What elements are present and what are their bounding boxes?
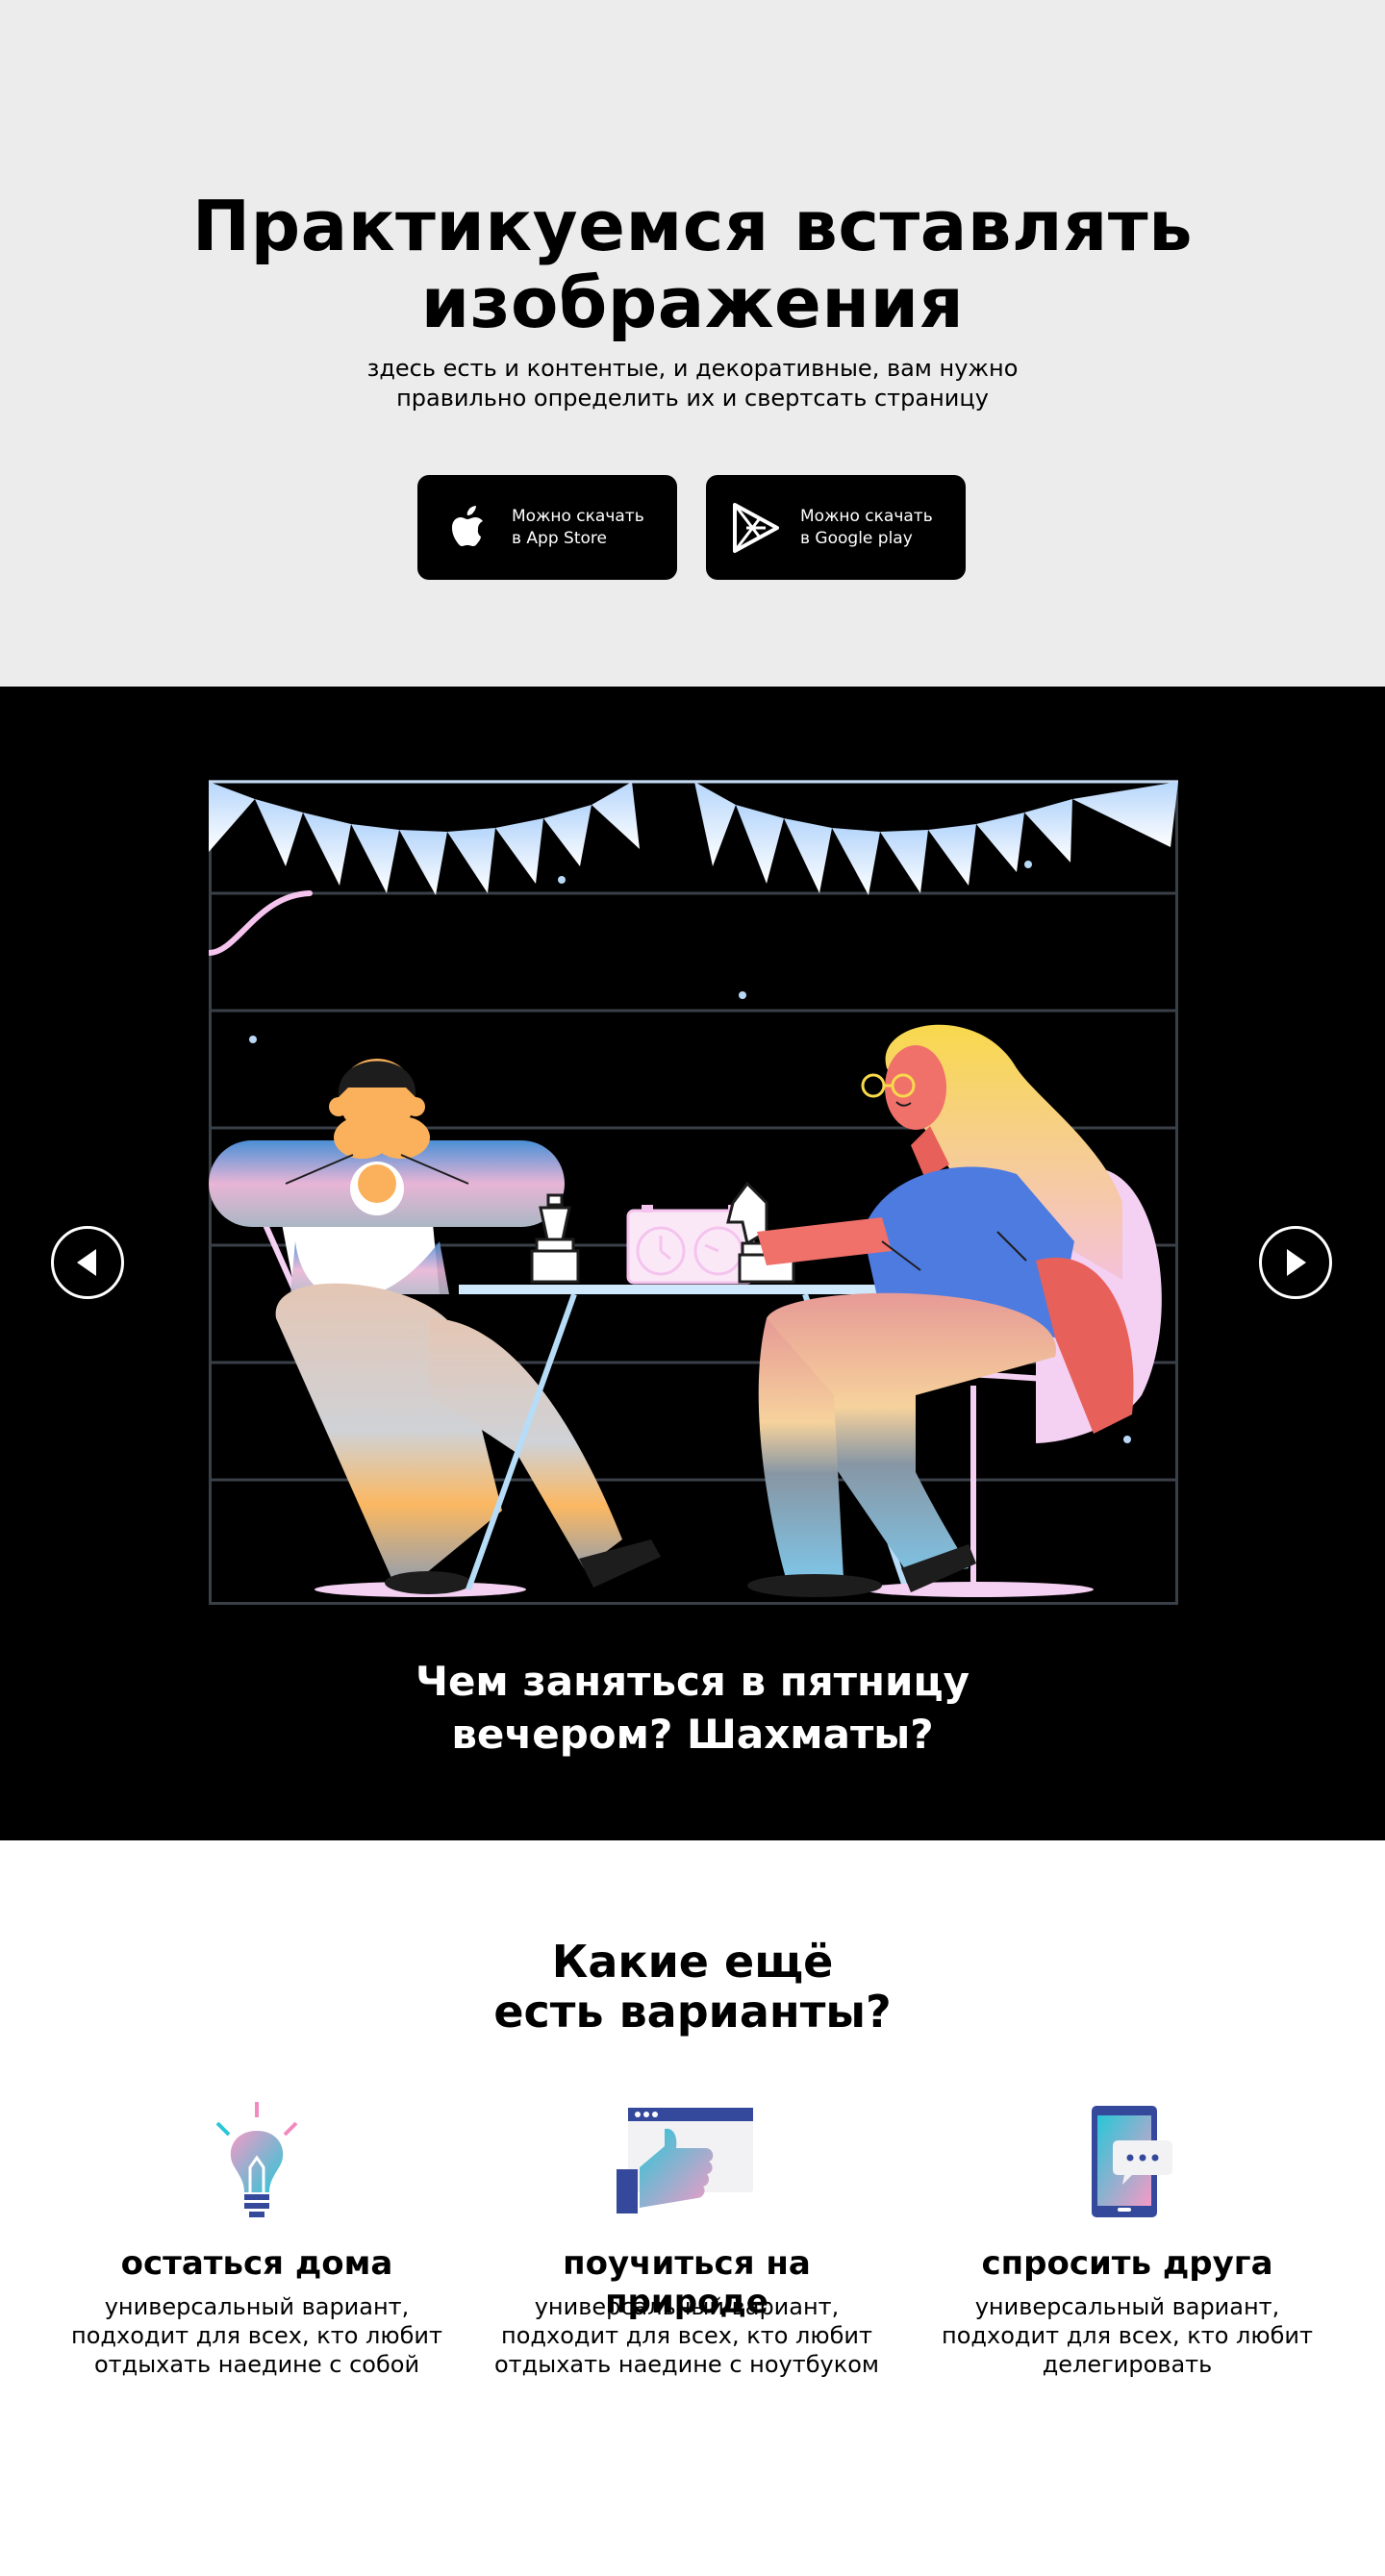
slide-caption: Чем заняться в пятницу вечером? Шахматы?: [0, 1655, 1385, 1761]
swirl-decor: [209, 890, 313, 956]
phone-chat-icon: [1092, 2106, 1172, 2217]
google-play-icon: [733, 502, 779, 553]
options-title: Какие ещё есть варианты?: [0, 1937, 1385, 2037]
desc-line-3: делегировать: [1042, 2351, 1213, 2378]
man-figure: [209, 1059, 661, 1594]
option-description: универсальный вариант, подходит для всех…: [485, 2292, 889, 2379]
thumbs-up-icon: [617, 2108, 753, 2213]
slider-prev-button[interactable]: [51, 1226, 124, 1299]
arrow-left-icon: [77, 1249, 96, 1276]
option-card-nature: поучиться на природе универсальный вариа…: [485, 2100, 889, 2378]
woman-figure: [747, 1024, 1134, 1597]
option-card-stay-home: остаться дома универсальный вариант, под…: [55, 2100, 459, 2378]
hero-section: Практикуемся вставлять изображения здесь…: [0, 0, 1385, 687]
desc-line-3: отдыхать наедине с собой: [93, 2351, 420, 2378]
option-title: остаться дома: [120, 2244, 393, 2283]
google-play-line-2: в Google play: [800, 528, 913, 548]
slider-section: Чем заняться в пятницу вечером? Шахматы?: [0, 687, 1385, 1840]
google-play-button[interactable]: Можно скачать в Google play: [706, 475, 966, 580]
caption-line-2: вечером? Шахматы?: [451, 1711, 934, 1758]
desc-line-3: отдыхать наедине с ноутбуком: [494, 2351, 879, 2378]
chess-illustration: [209, 780, 1178, 1605]
options-title-line-2: есть варианты?: [493, 1986, 892, 2038]
desc-line-1: универсальный вариант,: [104, 2293, 410, 2320]
subtitle-line-1: здесь есть и контентые, и декоративные, …: [366, 355, 1019, 382]
options-section: Какие ещё есть варианты? остаться дома у…: [0, 1840, 1385, 2576]
app-store-line-2: в App Store: [512, 528, 607, 548]
hero-subtitle: здесь есть и контентые, и декоративные, …: [0, 354, 1385, 413]
title-line-1: Практикуемся вставлять: [191, 186, 1194, 266]
app-store-line-1: Можно скачать: [512, 506, 644, 526]
apple-icon: [452, 505, 483, 546]
arrow-right-icon: [1287, 1249, 1306, 1276]
desc-line-2: подходит для всех, кто любит: [71, 2322, 442, 2349]
caption-line-1: Чем заняться в пятницу: [416, 1658, 970, 1705]
google-play-line-1: Можно скачать: [800, 506, 933, 526]
page-title: Практикуемся вставлять изображения: [0, 188, 1385, 341]
title-line-2: изображения: [420, 263, 965, 343]
bunting-flags: [209, 780, 1178, 895]
desc-line-2: подходит для всех, кто любит: [942, 2322, 1313, 2349]
lightbulb-icon: [215, 2102, 298, 2217]
option-card-ask-friend: спросить друга универсальный вариант, по…: [925, 2100, 1329, 2378]
option-description: универсальный вариант, подходит для всех…: [55, 2292, 459, 2379]
slider-next-button[interactable]: [1259, 1226, 1332, 1299]
option-title: спросить друга: [981, 2244, 1273, 2283]
desc-line-1: универсальный вариант,: [974, 2293, 1280, 2320]
desc-line-2: подходит для всех, кто любит: [501, 2322, 872, 2349]
app-store-button[interactable]: Можно скачать в App Store: [417, 475, 677, 580]
option-description: универсальный вариант, подходит для всех…: [925, 2292, 1329, 2379]
subtitle-line-2: правильно определить их и свертсать стра…: [396, 385, 989, 412]
options-title-line-1: Какие ещё: [551, 1936, 834, 1988]
desc-line-1: универсальный вариант,: [534, 2293, 840, 2320]
